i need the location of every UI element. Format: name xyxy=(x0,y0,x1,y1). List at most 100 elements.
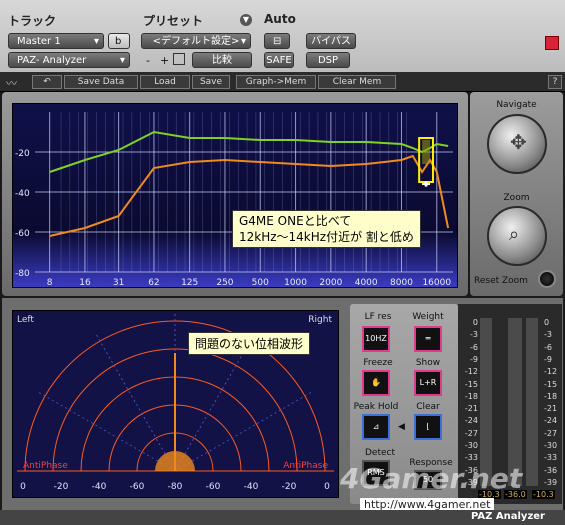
track-mode-button[interactable]: b xyxy=(108,33,130,49)
move-arrows-icon: ✥ xyxy=(510,130,527,154)
preset-value: <デフォルト設定> xyxy=(152,36,240,47)
meter-scale-label: -12 xyxy=(464,367,478,377)
show-button[interactable]: L+R xyxy=(414,370,442,396)
bypass-button[interactable]: バイパス xyxy=(306,33,356,49)
meter-scale-label: -21 xyxy=(544,404,558,414)
meter-scale-label: -33 xyxy=(464,453,478,463)
right-label: Right xyxy=(308,315,332,325)
waves-logo-icon: 〰 xyxy=(6,77,17,90)
detect-label: Detect xyxy=(364,448,395,458)
meter-scale-label: -3 xyxy=(544,330,552,340)
preset-select[interactable]: <デフォルト設定> ▾ xyxy=(141,33,251,49)
position-tick-label: -20 xyxy=(282,482,297,492)
close-icon[interactable] xyxy=(545,36,559,50)
dsp-button[interactable]: DSP xyxy=(306,52,350,68)
peak-hold-label: Peak Hold xyxy=(353,402,399,412)
peak-hold-button[interactable]: ⊿ xyxy=(362,414,390,440)
x-tick-label: 62 xyxy=(148,278,159,287)
antiphase-left-label: AntiPhase xyxy=(23,461,68,471)
watermark-logo: 4Gamer.net xyxy=(340,462,523,495)
track-value: Master 1 xyxy=(17,36,61,47)
preset-minus-button[interactable]: - xyxy=(146,54,150,67)
plugin-header: トラック プリセット ▼ Auto Master 1 ▾ b PAZ- Anal… xyxy=(0,0,565,73)
help-button[interactable]: ? xyxy=(548,75,562,89)
weight-button[interactable]: ═ xyxy=(414,326,442,352)
position-spoke xyxy=(174,390,314,472)
compare-button[interactable]: 比較 xyxy=(192,52,252,68)
auto-label: Auto xyxy=(264,12,296,26)
meter-scale-label: -15 xyxy=(464,379,478,389)
meter-scale-label: -21 xyxy=(464,404,478,414)
preset-menu-icon[interactable]: ▼ xyxy=(240,14,252,26)
navigate-panel: Navigate ✥ Zoom ⌕ Reset Zoom xyxy=(470,92,563,296)
clear-button[interactable]: ⌊ xyxy=(414,414,442,440)
track-select[interactable]: Master 1 ▾ xyxy=(8,33,104,49)
y-tick-label: -40 xyxy=(15,189,30,199)
clear-mem-button[interactable]: Clear Mem xyxy=(318,75,396,89)
navigate-knob[interactable]: ✥ xyxy=(487,114,547,174)
x-tick-label: 2000 xyxy=(319,278,342,287)
graph-mem-button[interactable]: Graph->Mem xyxy=(236,75,316,89)
safe-button[interactable]: SAFE xyxy=(264,52,294,68)
spectrum-display[interactable]: -20 -40 -60 -80 8 16 31 62 125 250 500 1000 2000 4000… xyxy=(12,103,458,288)
meter-scale-label: -33 xyxy=(544,453,558,463)
x-tick-label: 16 xyxy=(79,278,91,287)
x-tick-label: 4000 xyxy=(355,278,378,287)
peak-hold-icon: ⊿ xyxy=(372,422,380,431)
x-tick-label: 8 xyxy=(47,278,53,287)
freeze-button[interactable]: ✋ xyxy=(362,370,390,396)
position-spoke xyxy=(36,390,176,472)
copy-icon[interactable] xyxy=(173,53,185,65)
show-label: Show xyxy=(415,358,441,368)
chevron-down-icon: ▾ xyxy=(119,55,125,66)
phase-blob xyxy=(155,451,195,471)
position-spoke xyxy=(94,332,176,472)
clear-label: Clear xyxy=(416,402,440,412)
reset-zoom-label: Reset Zoom xyxy=(474,276,528,286)
meter-scale-label: -3 xyxy=(470,330,478,340)
window-icon: ⊟ xyxy=(273,36,282,47)
undo-icon: ↶ xyxy=(43,77,51,87)
position-tick-label: 0 xyxy=(20,482,26,492)
meter-scale-label: -36 xyxy=(544,465,558,475)
footer-bar: PAZ Analyzer xyxy=(0,510,565,525)
navigate-title: Navigate xyxy=(496,100,537,110)
y-tick-label: -20 xyxy=(15,149,30,159)
position-tick-label: -60 xyxy=(130,482,145,492)
equals-icon: ═ xyxy=(425,334,431,343)
position-tick-label: -40 xyxy=(244,482,259,492)
lf-res-label: LF res xyxy=(364,312,392,322)
arrow-left-icon: ◀ xyxy=(398,422,405,432)
x-tick-label: 500 xyxy=(252,278,269,287)
meter-scale-label: 0 xyxy=(544,318,550,327)
meter-scale-label: -9 xyxy=(470,354,478,364)
meter-scale-label: -6 xyxy=(470,342,478,352)
meter-right-bar xyxy=(526,318,538,486)
position-tick-label: -20 xyxy=(54,482,69,492)
zoom-knob[interactable]: ⌕ xyxy=(487,206,547,266)
meter-scale-label: -27 xyxy=(464,428,478,438)
x-tick-label: 8000 xyxy=(390,278,413,287)
save-data-button[interactable]: Save Data xyxy=(64,75,138,89)
spectrum-callout-line1: G4ME ONEと比べて xyxy=(239,214,352,228)
plugin-select[interactable]: PAZ- Analyzer ▾ xyxy=(8,52,130,68)
track-label: トラック xyxy=(8,14,57,28)
y-tick-label: -80 xyxy=(15,269,30,279)
plugin-toolbar: 〰 ↶ Save Data Load Save Graph->Mem Clear… xyxy=(0,72,565,92)
settings-button[interactable]: ⊟ xyxy=(264,33,290,49)
reset-zoom-button[interactable] xyxy=(538,270,556,288)
meter-left-bar xyxy=(480,318,492,486)
peak-right-value: -10.3 xyxy=(532,490,555,499)
spectrum-callout: G4ME ONEと比べて 12kHz～14kHz付近が 割と低め xyxy=(232,210,421,248)
lf-res-button[interactable]: 10HZ xyxy=(362,326,390,352)
x-tick-label: 250 xyxy=(216,278,233,287)
meter-scale-label: -12 xyxy=(544,367,558,377)
load-button[interactable]: Load xyxy=(140,75,190,89)
magnifier-icon: ⌕ xyxy=(509,224,520,245)
preset-plus-button[interactable]: + xyxy=(160,54,169,67)
left-label: Left xyxy=(17,315,34,325)
clear-icon: ⌊ xyxy=(426,422,430,431)
save-button[interactable]: Save xyxy=(192,75,230,89)
undo-button[interactable]: ↶ xyxy=(32,75,62,89)
meter-scale-label: -39 xyxy=(544,477,558,487)
